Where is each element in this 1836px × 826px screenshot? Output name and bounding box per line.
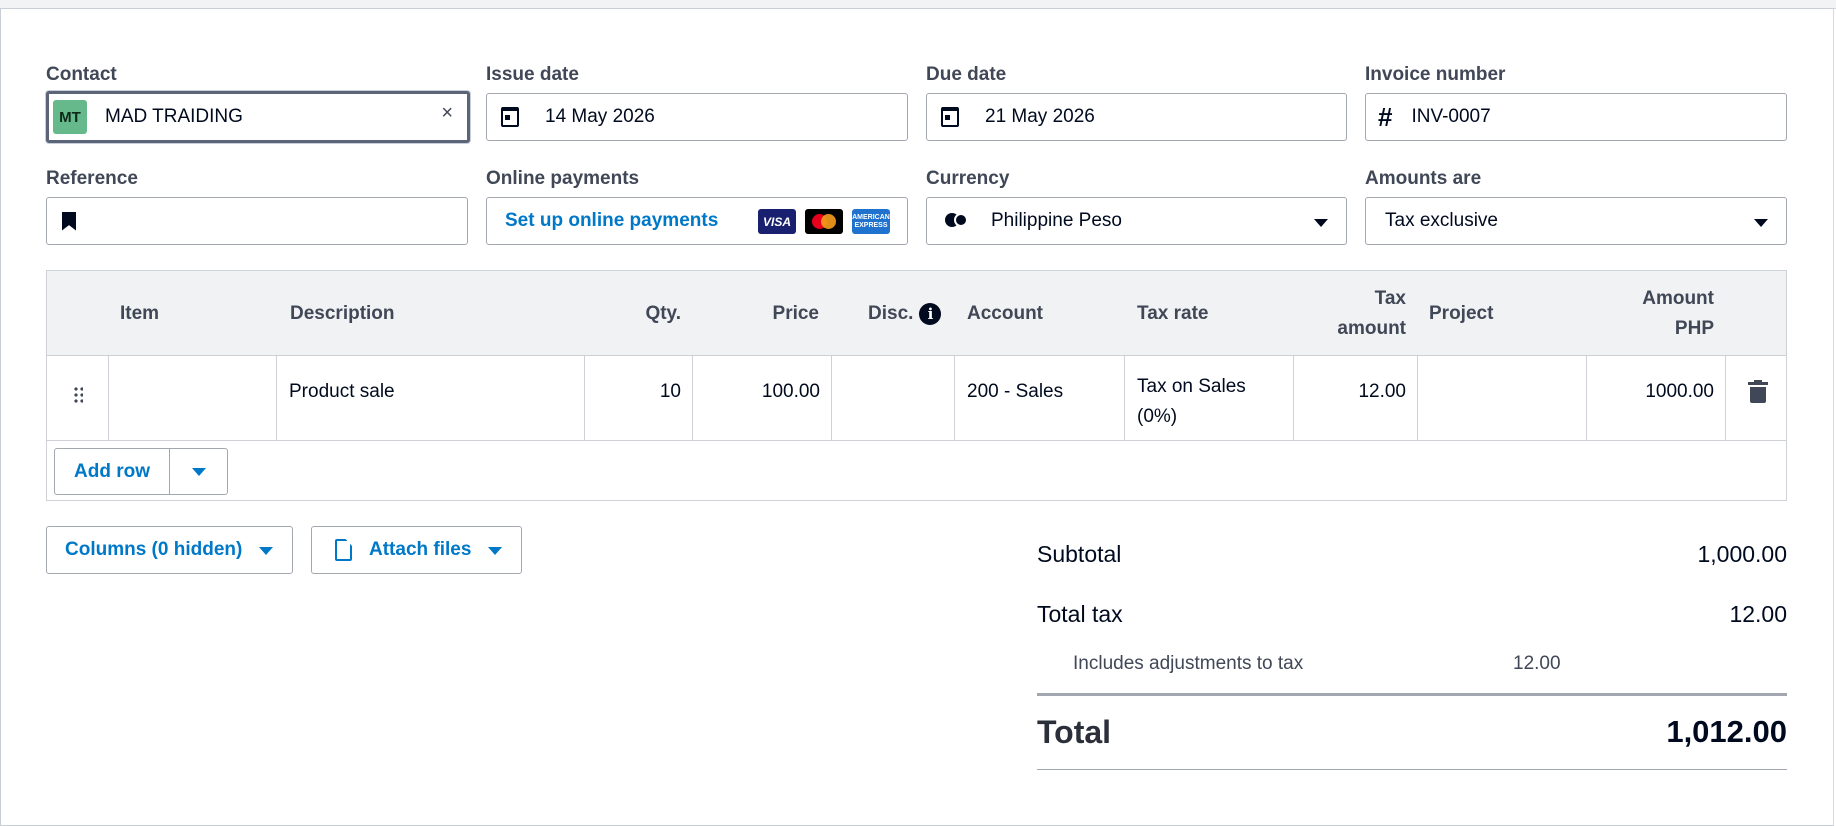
subtotal-label: Subtotal	[1037, 541, 1122, 567]
currency-field: Currency Philippine Peso	[926, 168, 1347, 250]
chevron-down-icon	[1314, 219, 1328, 227]
issue-date-value: 14 May 2026	[545, 106, 655, 127]
add-row-label: Add row	[74, 460, 150, 482]
online-payments-field: Online payments Set up online payments V…	[486, 168, 908, 250]
info-icon[interactable]: i	[919, 302, 942, 325]
amounts-are-field: Amounts are Tax exclusive	[1365, 168, 1787, 250]
calendar-icon	[501, 107, 519, 127]
hash-icon: #	[1378, 101, 1393, 132]
calendar-icon	[941, 107, 959, 127]
clear-icon[interactable]: ×	[441, 102, 453, 125]
issue-date-input[interactable]: 14 May 2026	[486, 93, 908, 141]
project-cell[interactable]	[1418, 356, 1587, 441]
header-qty: Qty.	[645, 302, 681, 324]
currency-icon	[945, 213, 969, 229]
columns-button[interactable]: Columns (0 hidden)	[46, 526, 293, 574]
item-cell[interactable]	[109, 356, 277, 441]
amount-cell: 1000.00	[1587, 356, 1726, 441]
currency-value: Philippine Peso	[991, 210, 1122, 231]
tax-amount-cell[interactable]: 12.00	[1294, 356, 1418, 441]
contact-label: Contact	[46, 64, 117, 85]
adjustments-label: Includes adjustments to tax	[1073, 653, 1304, 674]
line-items-table: Item Description Qty. Price Disc. i Acco…	[46, 270, 1787, 501]
header-tax-amount-line1: Tax	[1374, 287, 1406, 309]
chevron-down-icon	[1754, 219, 1768, 227]
amounts-are-value: Tax exclusive	[1385, 210, 1498, 231]
header-disc: Disc. i	[868, 271, 942, 356]
contact-input[interactable]: MT MAD TRAIDING ×	[46, 91, 470, 143]
due-date-label: Due date	[926, 64, 1007, 85]
visa-logo-icon: VISA	[758, 209, 796, 234]
header-project: Project	[1429, 302, 1494, 324]
adjustments-value: 12.00	[1513, 653, 1561, 674]
chevron-down-icon	[192, 468, 206, 476]
disc-cell[interactable]	[832, 356, 955, 441]
chevron-down-icon	[259, 547, 273, 555]
total-tax-value: 12.00	[1729, 601, 1787, 627]
header-disc-label: Disc.	[868, 302, 914, 324]
tax-rate-line2: (0%)	[1137, 406, 1178, 427]
columns-label: Columns (0 hidden)	[65, 539, 243, 560]
subtotal-value: 1,000.00	[1697, 541, 1787, 567]
invoice-number-input[interactable]: # INV-0007	[1365, 93, 1787, 141]
issue-date-field: Issue date 14 May 2026	[486, 64, 908, 146]
attach-files-label: Attach files	[369, 539, 472, 560]
bottom-divider	[1037, 769, 1787, 770]
invoice-number-value: INV-0007	[1411, 106, 1491, 127]
due-date-value: 21 May 2026	[985, 106, 1095, 127]
invoice-number-label: Invoice number	[1365, 64, 1506, 85]
reference-label: Reference	[46, 168, 138, 189]
chevron-down-icon	[488, 547, 502, 555]
amex-logo-icon: AMERICAN EXPRESS	[852, 209, 890, 234]
mastercard-logo-icon	[805, 209, 843, 234]
currency-select[interactable]: Philippine Peso	[926, 197, 1347, 245]
total-divider	[1037, 693, 1787, 696]
total-tax-label: Total tax	[1037, 601, 1123, 627]
header-account: Account	[967, 302, 1043, 324]
online-payments-box: Set up online payments VISA AMERICAN EXP…	[486, 197, 908, 245]
account-cell[interactable]: 200 - Sales	[955, 356, 1125, 441]
bookmark-icon	[62, 211, 76, 231]
tax-rate-line1: Tax on Sales	[1137, 376, 1246, 397]
document-icon	[335, 539, 352, 561]
contact-value: MAD TRAIDING	[105, 106, 243, 127]
setup-online-payments-link[interactable]: Set up online payments	[505, 210, 718, 232]
table-header: Item Description Qty. Price Disc. i Acco…	[47, 271, 1786, 356]
add-row-menu-button[interactable]	[170, 449, 227, 494]
reference-input[interactable]	[46, 197, 468, 245]
header-description: Description	[290, 302, 395, 324]
header-price: Price	[772, 302, 819, 324]
add-row-button[interactable]: Add row	[55, 449, 170, 494]
invoice-number-field: Invoice number # INV-0007	[1365, 64, 1787, 146]
avatar: MT	[53, 100, 87, 134]
total-value: 1,012.00	[1666, 714, 1787, 749]
attach-files-button[interactable]: Attach files	[311, 526, 522, 574]
amounts-are-select[interactable]: Tax exclusive	[1365, 197, 1787, 245]
add-row-split-button: Add row	[54, 448, 228, 495]
total-label: Total	[1037, 714, 1112, 750]
drag-handle-icon[interactable]	[73, 386, 83, 404]
due-date-field: Due date 21 May 2026	[926, 64, 1347, 146]
online-payments-label: Online payments	[486, 168, 640, 189]
header-amount-line1: Amount	[1642, 287, 1714, 309]
header-tax-amount: Tax amount	[1297, 271, 1406, 356]
header-amount: Amount PHP	[1607, 271, 1714, 356]
header-tax-rate: Tax rate	[1137, 302, 1209, 324]
header-item: Item	[120, 302, 160, 324]
price-cell[interactable]: 100.00	[693, 356, 832, 441]
description-cell[interactable]: Product sale	[277, 356, 585, 441]
contact-field: Contact MT MAD TRAIDING ×	[46, 64, 470, 146]
issue-date-label: Issue date	[486, 64, 579, 85]
amounts-are-label: Amounts are	[1365, 168, 1482, 189]
drag-cell[interactable]	[47, 356, 109, 441]
currency-label: Currency	[926, 168, 1010, 189]
header-tax-amount-line2: amount	[1337, 317, 1406, 339]
header-amount-line2: PHP	[1674, 317, 1714, 339]
trash-icon[interactable]	[1748, 380, 1768, 404]
reference-field: Reference	[46, 168, 468, 250]
qty-cell[interactable]: 10	[585, 356, 693, 441]
tax-rate-cell[interactable]: Tax on Sales (0%)	[1125, 356, 1294, 441]
table-row: Product sale 10 100.00 200 - Sales Tax o…	[47, 356, 1786, 441]
due-date-input[interactable]: 21 May 2026	[926, 93, 1347, 141]
